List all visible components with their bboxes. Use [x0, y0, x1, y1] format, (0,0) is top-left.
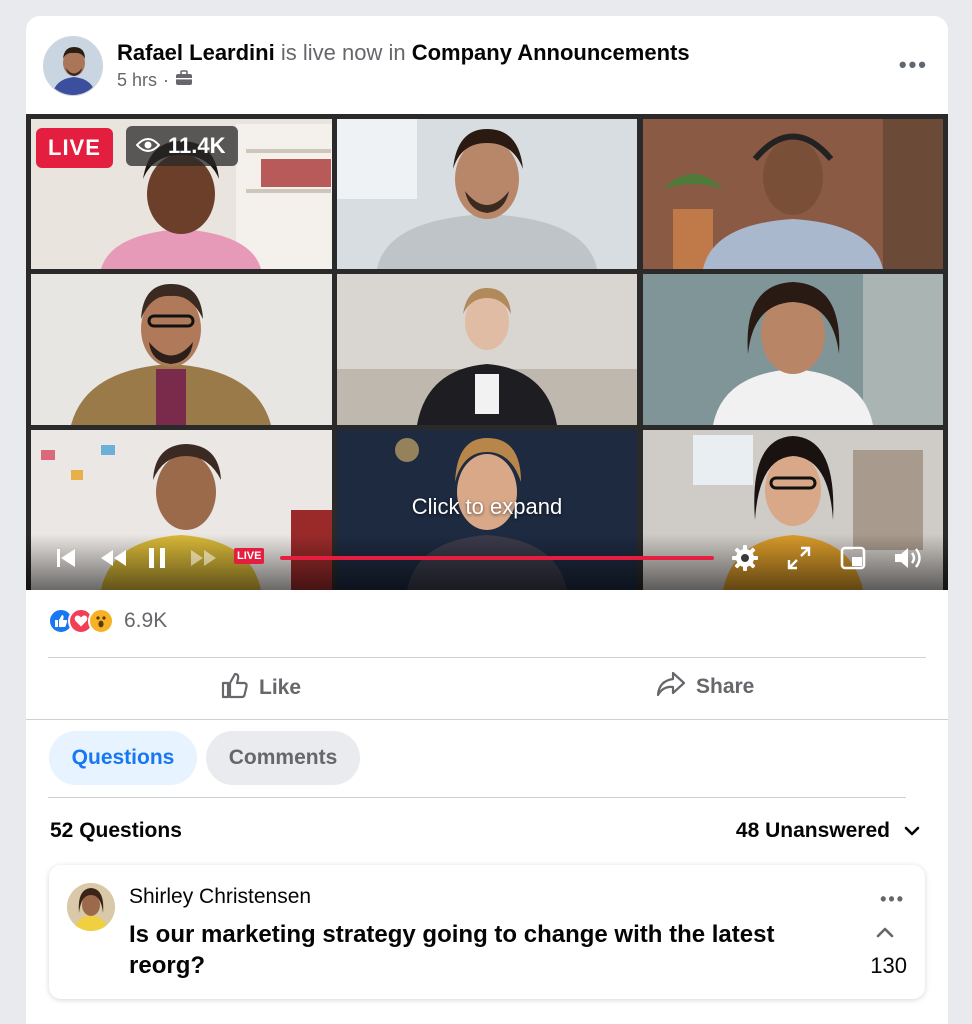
- video-tile-participant-2: [337, 119, 637, 269]
- chevron-down-icon: [904, 819, 920, 843]
- briefcase-icon: [175, 70, 193, 91]
- upvote-count: 130: [870, 953, 907, 978]
- video-tile-participant-5: [337, 274, 637, 425]
- like-button[interactable]: Like: [221, 671, 301, 705]
- live-video-player[interactable]: LIVE 11.4K Click to expand LIVE: [26, 114, 948, 590]
- share-arrow-icon: [656, 671, 686, 703]
- video-tile-participant-3: [643, 119, 943, 269]
- share-label: Share: [696, 675, 755, 698]
- tab-comments[interactable]: Comments: [206, 731, 360, 785]
- question-card: Shirley Christensen Is our marketing str…: [49, 865, 925, 999]
- reaction-count[interactable]: 6.9K: [124, 609, 167, 633]
- author-name-link[interactable]: Rafael Leardini: [117, 40, 275, 65]
- video-tile-participant-4: [31, 274, 332, 425]
- live-indicator[interactable]: LIVE: [234, 548, 265, 564]
- unanswered-filter-dropdown[interactable]: 48 Unanswered: [736, 819, 920, 843]
- skip-back-icon[interactable]: [54, 544, 78, 572]
- upvote-chevron-icon[interactable]: [863, 925, 907, 943]
- group-name-link[interactable]: Company Announcements: [412, 40, 690, 65]
- live-badge: LIVE: [36, 128, 113, 168]
- question-author-name[interactable]: Shirley Christensen: [129, 885, 311, 909]
- progress-bar[interactable]: [280, 556, 714, 560]
- picture-in-picture-icon[interactable]: [839, 544, 867, 572]
- post-time[interactable]: 5 hrs: [117, 70, 157, 91]
- pause-icon[interactable]: [146, 544, 168, 572]
- thumbs-up-icon: [221, 671, 249, 705]
- question-text: Is our marketing strategy going to chang…: [129, 921, 775, 979]
- more-options-icon[interactable]: •••: [899, 52, 928, 78]
- settings-icon[interactable]: [730, 544, 760, 572]
- meta-separator: ·: [163, 70, 170, 90]
- divider: [48, 657, 926, 658]
- divider: [26, 719, 948, 720]
- live-status-text: is live now in: [280, 40, 406, 65]
- unanswered-filter-label: 48 Unanswered: [735, 819, 890, 842]
- click-to-expand-hint[interactable]: Click to expand: [26, 494, 948, 520]
- like-label: Like: [259, 676, 302, 699]
- rewind-icon[interactable]: [98, 544, 128, 572]
- question-author-avatar[interactable]: [67, 883, 115, 931]
- reaction-summary[interactable]: 6.9K: [48, 608, 167, 634]
- fullscreen-icon[interactable]: [786, 544, 812, 572]
- question-more-icon[interactable]: •••: [880, 889, 905, 910]
- author-avatar[interactable]: [43, 36, 103, 96]
- eye-icon: [135, 133, 161, 159]
- post-card: Rafael Leardini is live now in Company A…: [26, 16, 948, 1024]
- fast-forward-icon[interactable]: [189, 544, 219, 572]
- video-controls-bar: LIVE: [26, 534, 948, 590]
- tab-questions[interactable]: Questions: [49, 731, 197, 785]
- share-button[interactable]: Share: [656, 671, 754, 703]
- viewer-count-badge: 11.4K: [126, 126, 238, 166]
- wow-reaction-icon: [88, 608, 114, 634]
- video-tile-participant-6: [643, 274, 943, 425]
- volume-icon[interactable]: [892, 544, 924, 572]
- divider: [48, 797, 906, 798]
- post-header-title: Rafael Leardini is live now in Company A…: [117, 40, 690, 66]
- post-meta: 5 hrs ·: [117, 70, 193, 91]
- questions-count: 52 Questions: [50, 819, 182, 842]
- viewer-count: 11.4K: [168, 133, 226, 158]
